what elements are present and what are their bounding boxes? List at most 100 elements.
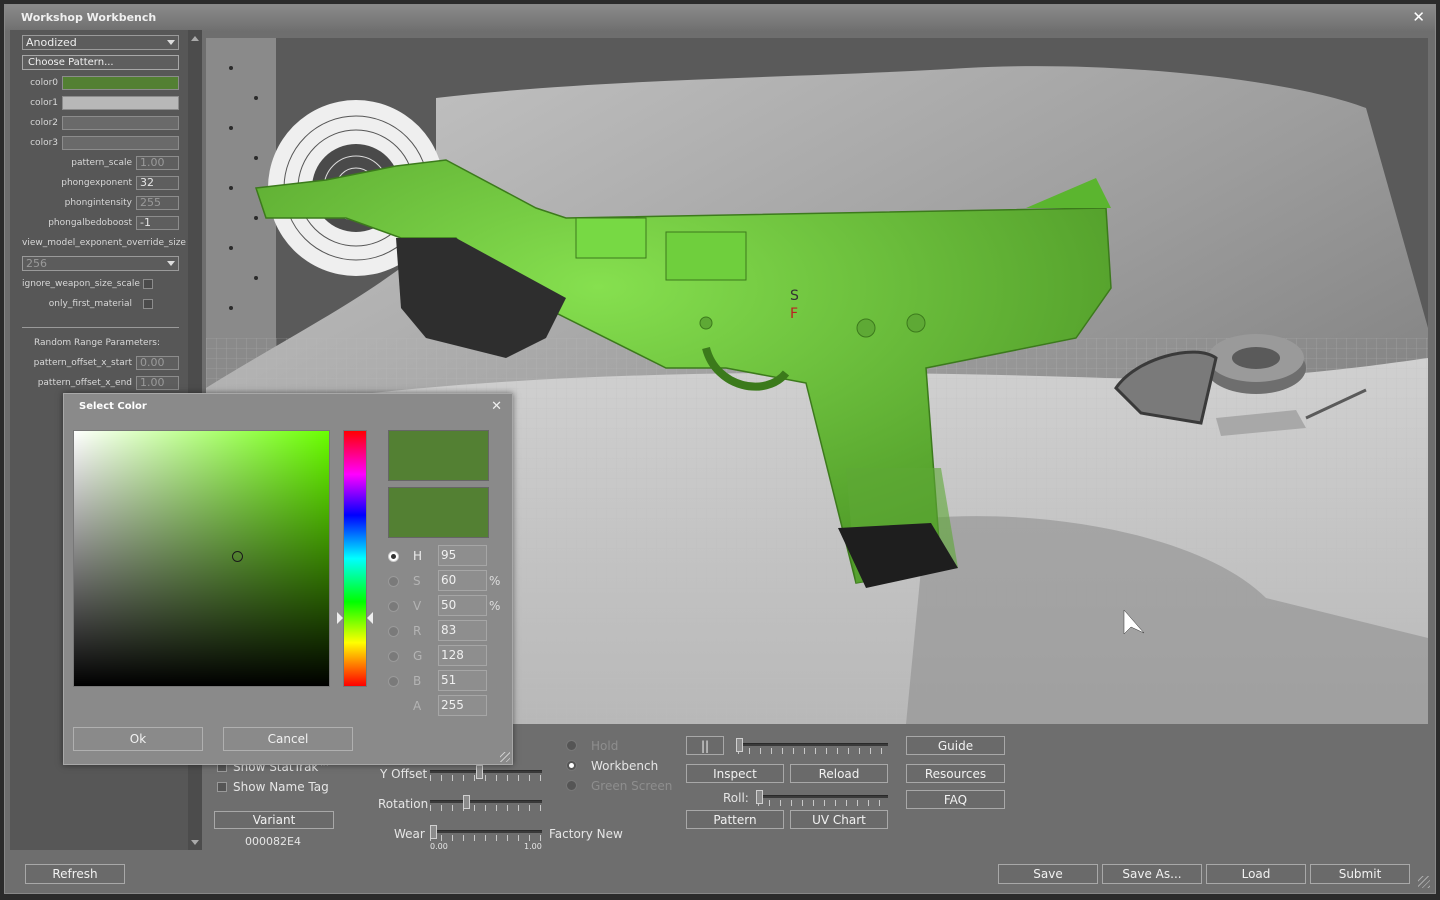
ok-button[interactable]: Ok xyxy=(73,727,203,751)
wear-slider[interactable] xyxy=(430,830,542,833)
show-name-tag-checkbox[interactable] xyxy=(217,782,227,792)
hue-arrow-right-icon[interactable] xyxy=(367,612,373,624)
save-button[interactable]: Save xyxy=(998,864,1098,884)
inspect-button[interactable]: Inspect xyxy=(686,764,784,783)
phongexponent-field[interactable]: 32 xyxy=(136,176,179,190)
blue-label: B xyxy=(413,674,422,688)
color2-label: color2 xyxy=(30,118,58,128)
y-offset-label: Y Offset xyxy=(380,767,428,781)
offset-x-end-field[interactable]: 1.00 xyxy=(136,376,179,390)
pattern-scale-field[interactable]: 1.00 xyxy=(136,156,179,170)
wear-value-label: Factory New xyxy=(549,827,623,841)
scroll-down-icon[interactable] xyxy=(191,840,199,845)
load-button[interactable]: Load xyxy=(1206,864,1306,884)
red-field[interactable]: 83 xyxy=(438,620,487,641)
saturation-field[interactable]: 60 xyxy=(438,570,487,591)
hue-radio[interactable] xyxy=(388,551,399,562)
resources-button[interactable]: Resources xyxy=(906,764,1005,783)
alpha-label: A xyxy=(413,699,422,713)
resize-grip-icon[interactable] xyxy=(500,752,510,762)
hue-field[interactable]: 95 xyxy=(438,545,487,566)
y-offset-slider[interactable] xyxy=(430,770,542,773)
ignore-weapon-size-scale-checkbox[interactable] xyxy=(143,279,153,289)
refresh-button[interactable]: Refresh xyxy=(25,864,125,884)
close-icon[interactable]: ✕ xyxy=(1412,9,1425,25)
pattern-button[interactable]: Pattern xyxy=(686,810,784,829)
color1-swatch[interactable] xyxy=(62,96,179,110)
hold-label: Hold xyxy=(591,739,619,753)
variant-button[interactable]: Variant xyxy=(214,811,334,829)
scroll-up-icon[interactable] xyxy=(191,36,199,41)
view-model-exponent-dropdown[interactable]: 256 xyxy=(22,256,179,271)
submit-button[interactable]: Submit xyxy=(1310,864,1410,884)
wear-min-label: 0.00 xyxy=(430,842,448,851)
chevron-down-icon xyxy=(167,40,175,45)
guide-button[interactable]: Guide xyxy=(906,736,1005,755)
value-radio[interactable] xyxy=(388,601,399,612)
color-picker-cursor[interactable] xyxy=(232,551,243,562)
green-screen-radio[interactable] xyxy=(566,780,577,791)
choose-pattern-button[interactable]: Choose Pattern... xyxy=(22,55,179,70)
alpha-field[interactable]: 255 xyxy=(438,695,487,716)
wear-thumb[interactable] xyxy=(430,825,437,839)
window-title: Workshop Workbench xyxy=(21,11,157,24)
red-radio[interactable] xyxy=(388,626,399,637)
pause-button[interactable]: || xyxy=(686,736,724,755)
timeline-slider[interactable] xyxy=(738,743,888,746)
saturation-unit: % xyxy=(489,574,501,588)
color0-swatch[interactable] xyxy=(62,76,179,90)
hold-radio[interactable] xyxy=(566,740,577,751)
offset-x-end-label: pattern_offset_x_end xyxy=(37,378,132,388)
faq-button[interactable]: FAQ xyxy=(906,790,1005,809)
offset-x-start-field[interactable]: 0.00 xyxy=(136,356,179,370)
roll-slider[interactable] xyxy=(758,795,888,798)
weapon-mark-f: F xyxy=(790,306,798,322)
only-first-material-checkbox[interactable] xyxy=(143,299,153,309)
roll-label: Roll: xyxy=(723,791,749,805)
timeline-ticks xyxy=(738,748,888,754)
show-name-tag-label: Show Name Tag xyxy=(233,780,329,794)
hue-label: H xyxy=(413,549,423,563)
close-icon[interactable]: ✕ xyxy=(491,399,502,414)
view-model-exponent-value: 256 xyxy=(26,257,47,270)
blue-radio[interactable] xyxy=(388,676,399,687)
cancel-button[interactable]: Cancel xyxy=(223,727,353,751)
title-bar[interactable]: Workshop Workbench ✕ xyxy=(5,5,1435,31)
green-screen-label: Green Screen xyxy=(591,779,673,793)
wear-label: Wear xyxy=(394,827,425,841)
saturation-value-picker[interactable] xyxy=(73,430,330,687)
color2-swatch[interactable] xyxy=(62,116,179,130)
hue-slider[interactable] xyxy=(343,430,367,687)
green-field[interactable]: 128 xyxy=(438,645,487,666)
reload-button[interactable]: Reload xyxy=(790,764,888,783)
rotation-thumb[interactable] xyxy=(463,795,470,809)
only-first-material-label: only_first_material xyxy=(48,299,132,309)
rotation-slider[interactable] xyxy=(430,800,542,803)
save-as-button[interactable]: Save As... xyxy=(1102,864,1202,884)
y-offset-thumb[interactable] xyxy=(476,765,483,779)
phongalbedoboost-field[interactable]: -1 xyxy=(136,216,179,230)
random-range-header: Random Range Parameters: xyxy=(33,338,160,348)
resize-grip-icon[interactable] xyxy=(1418,876,1430,888)
hue-arrow-left-icon[interactable] xyxy=(337,612,343,624)
weapon-mark-s: S xyxy=(790,288,799,304)
old-color-preview xyxy=(388,487,489,538)
blue-field[interactable]: 51 xyxy=(438,670,487,691)
y-offset-ticks xyxy=(430,775,542,781)
ignore-weapon-size-scale-label: ignore_weapon_size_scale xyxy=(22,279,140,289)
finish-style-dropdown[interactable]: Anodized xyxy=(22,35,179,50)
workbench-radio[interactable] xyxy=(566,760,577,771)
wear-ticks xyxy=(430,835,542,841)
roll-ticks xyxy=(758,800,888,806)
green-label: G xyxy=(413,649,423,663)
roll-thumb[interactable] xyxy=(756,790,763,804)
value-field[interactable]: 50 xyxy=(438,595,487,616)
timeline-thumb[interactable] xyxy=(736,738,743,752)
select-color-dialog: Select Color ✕ H 95 S 60 % V 50 % R 83 G… xyxy=(63,393,513,765)
offset-x-start-label: pattern_offset_x_start xyxy=(33,358,132,368)
phongintensity-field[interactable]: 255 xyxy=(136,196,179,210)
color3-swatch[interactable] xyxy=(62,136,179,150)
green-radio[interactable] xyxy=(388,651,399,662)
saturation-radio[interactable] xyxy=(388,576,399,587)
uv-chart-button[interactable]: UV Chart xyxy=(790,810,888,829)
